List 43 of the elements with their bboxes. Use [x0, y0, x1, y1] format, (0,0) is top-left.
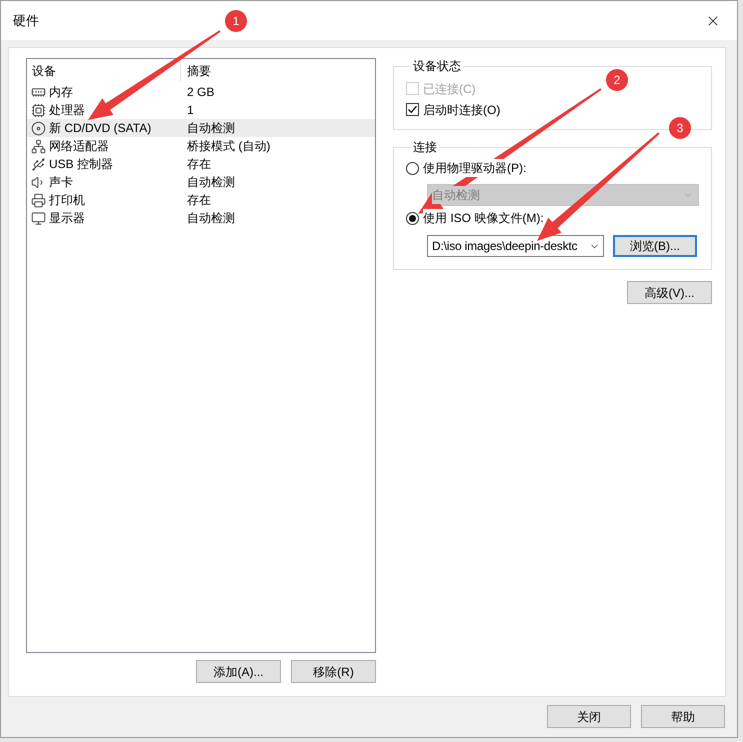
device-summary: 1 — [186, 102, 194, 119]
checkbox-label[interactable]: 启动时连接(O) — [423, 100, 500, 118]
column-header[interactable]: 摘要 — [181, 61, 211, 81]
chip-icon — [31, 102, 46, 118]
radio-button[interactable] — [406, 212, 419, 224]
printer-icon — [31, 192, 46, 208]
device-name: 处理器 — [49, 102, 85, 119]
browse-button[interactable]: 浏览(B)... — [613, 235, 697, 257]
add-button[interactable]: 添加(A)... — [196, 660, 281, 683]
disc-icon — [31, 120, 46, 136]
radio-label[interactable]: 使用物理驱动器(P): — [423, 159, 526, 177]
group-title: 设备状态 — [412, 58, 462, 74]
checkbox[interactable] — [406, 103, 419, 116]
close-dialog-button[interactable]: 关闭 — [547, 705, 631, 728]
device-summary: 自动检测 — [186, 174, 235, 191]
advanced-button[interactable]: 高级(V)... — [627, 281, 712, 304]
device-name: 声卡 — [49, 174, 73, 191]
device-summary: 存在 — [186, 192, 211, 209]
help-button[interactable]: 帮助 — [641, 705, 725, 728]
device-name: 打印机 — [49, 192, 85, 209]
device-name: 内存 — [49, 84, 73, 101]
device-summary: 自动检测 — [186, 210, 235, 227]
device-summary: 自动检测 — [186, 120, 235, 137]
usb-icon — [31, 156, 46, 172]
group-title: 连接 — [412, 139, 438, 155]
drive-dropdown: 自动检测 — [427, 184, 699, 206]
monitor-icon — [31, 210, 46, 226]
device-summary: 桥接模式 (自动) — [186, 138, 270, 155]
remove-button[interactable]: 移除(R) — [291, 660, 376, 683]
check-icon — [407, 104, 418, 115]
device-name: 显示器 — [49, 210, 85, 227]
device-name: USB 控制器 — [49, 156, 114, 173]
device-name: 网络适配器 — [49, 138, 109, 155]
device-summary: 存在 — [186, 156, 211, 173]
radio-label[interactable]: 使用 ISO 映像文件(M): — [423, 209, 544, 227]
iso-path-combo[interactable]: D:\iso images\deepin-desktc — [427, 235, 604, 257]
window-title: 硬件 — [13, 12, 39, 30]
network-icon — [31, 138, 46, 154]
device-name: 新 CD/DVD (SATA) — [49, 120, 152, 137]
checkbox-label: 已连接(C) — [423, 80, 476, 98]
radio-button[interactable] — [406, 162, 419, 174]
device-row[interactable]: 新 CD/DVD (SATA) 自动检测 — [27, 119, 375, 137]
device-summary: 2 GB — [186, 84, 214, 101]
